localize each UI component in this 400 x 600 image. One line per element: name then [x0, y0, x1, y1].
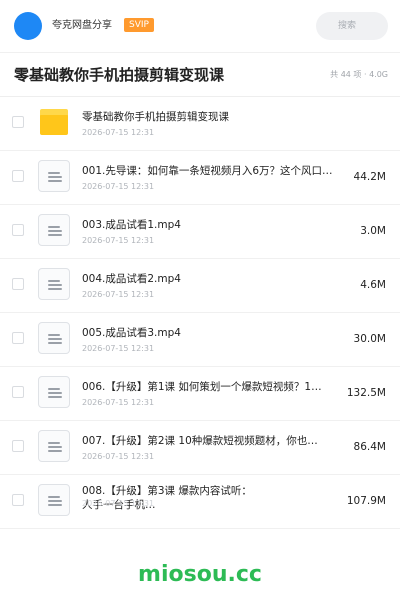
file-name: 004.成品试看2.mp4 [82, 273, 181, 285]
document-icon [38, 376, 70, 408]
user-name: 夸克网盘分享 [52, 20, 112, 31]
file-name: 001.先导课：如何靠一条短视频月入6万？这个风口… [82, 165, 333, 177]
select-checkbox[interactable] [12, 170, 24, 182]
document-icon [38, 322, 70, 354]
list-item[interactable]: 001.先导课：如何靠一条短视频月入6万？这个风口… 2026-07-15 12… [0, 150, 400, 205]
search-placeholder: 搜索 [338, 21, 357, 31]
document-icon [38, 430, 70, 462]
list-item[interactable]: 008.【升级】第3课 爆款内容试听：人手一台手机… 2026-07-15 12… [0, 474, 400, 529]
list-item[interactable]: 005.成品试看3.mp4 2026-07-15 12:31 30.0M [0, 312, 400, 367]
file-name: 007.【升级】第2课 10种爆款短视频题材，你也… [82, 435, 318, 447]
document-icon [38, 268, 70, 300]
top-bar: 夸克网盘分享 SVIP 搜索 [0, 0, 400, 53]
file-size: 132.5M [346, 387, 386, 399]
file-size: 44.2M [353, 171, 386, 183]
file-date: 2026-07-15 12:31 [82, 452, 155, 461]
select-checkbox[interactable] [12, 440, 24, 452]
list-item[interactable]: 零基础教你手机拍摄剪辑变现课 2026-07-15 12:31 [0, 96, 400, 151]
select-checkbox[interactable] [12, 116, 24, 128]
file-date: 2026-07-15 12:31 [82, 236, 155, 245]
file-date: 2026-07-15 12:31 [82, 499, 155, 508]
folder-header: 零基础教你手机拍摄剪辑变现课 共 44 项 · 4.0G [0, 52, 400, 97]
file-name: 003.成品试看1.mp4 [82, 219, 181, 231]
file-size: 4.6M [360, 279, 386, 291]
file-date: 2026-07-15 12:31 [82, 290, 155, 299]
file-name: 005.成品试看3.mp4 [82, 327, 181, 339]
watermark-banner: miosou.cc [0, 548, 400, 600]
file-name: 零基础教你手机拍摄剪辑变现课 [82, 111, 229, 123]
select-checkbox[interactable] [12, 332, 24, 344]
folder-icon [40, 109, 68, 135]
file-date: 2026-07-15 12:31 [82, 344, 155, 353]
file-date: 2026-07-15 12:31 [82, 128, 155, 137]
document-icon [38, 160, 70, 192]
document-icon [38, 214, 70, 246]
folder-summary: 共 44 项 · 4.0G [330, 70, 388, 79]
file-date: 2026-07-15 12:31 [82, 182, 155, 191]
avatar[interactable] [14, 12, 42, 40]
list-item[interactable]: 004.成品试看2.mp4 2026-07-15 12:31 4.6M [0, 258, 400, 313]
select-checkbox[interactable] [12, 494, 24, 506]
file-list: 零基础教你手机拍摄剪辑变现课 2026-07-15 12:31 001.先导课：… [0, 96, 400, 530]
search-button[interactable]: 搜索 [316, 12, 388, 40]
list-item[interactable]: 007.【升级】第2课 10种爆款短视频题材，你也… 2026-07-15 12… [0, 420, 400, 475]
select-checkbox[interactable] [12, 224, 24, 236]
file-name: 006.【升级】第1课 如何策划一个爆款短视频？1… [82, 381, 322, 393]
file-size: 107.9M [346, 495, 386, 507]
file-size: 3.0M [360, 225, 386, 237]
list-item[interactable]: 006.【升级】第1课 如何策划一个爆款短视频？1… 2026-07-15 12… [0, 366, 400, 421]
file-date: 2026-07-15 12:31 [82, 398, 155, 407]
select-checkbox[interactable] [12, 278, 24, 290]
file-size: 86.4M [353, 441, 386, 453]
list-item[interactable]: 003.成品试看1.mp4 2026-07-15 12:31 3.0M [0, 204, 400, 259]
document-icon [38, 484, 70, 516]
svip-badge: SVIP [124, 18, 154, 32]
file-size: 30.0M [353, 333, 386, 345]
page-title: 零基础教你手机拍摄剪辑变现课 [14, 66, 225, 84]
brand-text: miosou.cc [138, 562, 262, 587]
select-checkbox[interactable] [12, 386, 24, 398]
